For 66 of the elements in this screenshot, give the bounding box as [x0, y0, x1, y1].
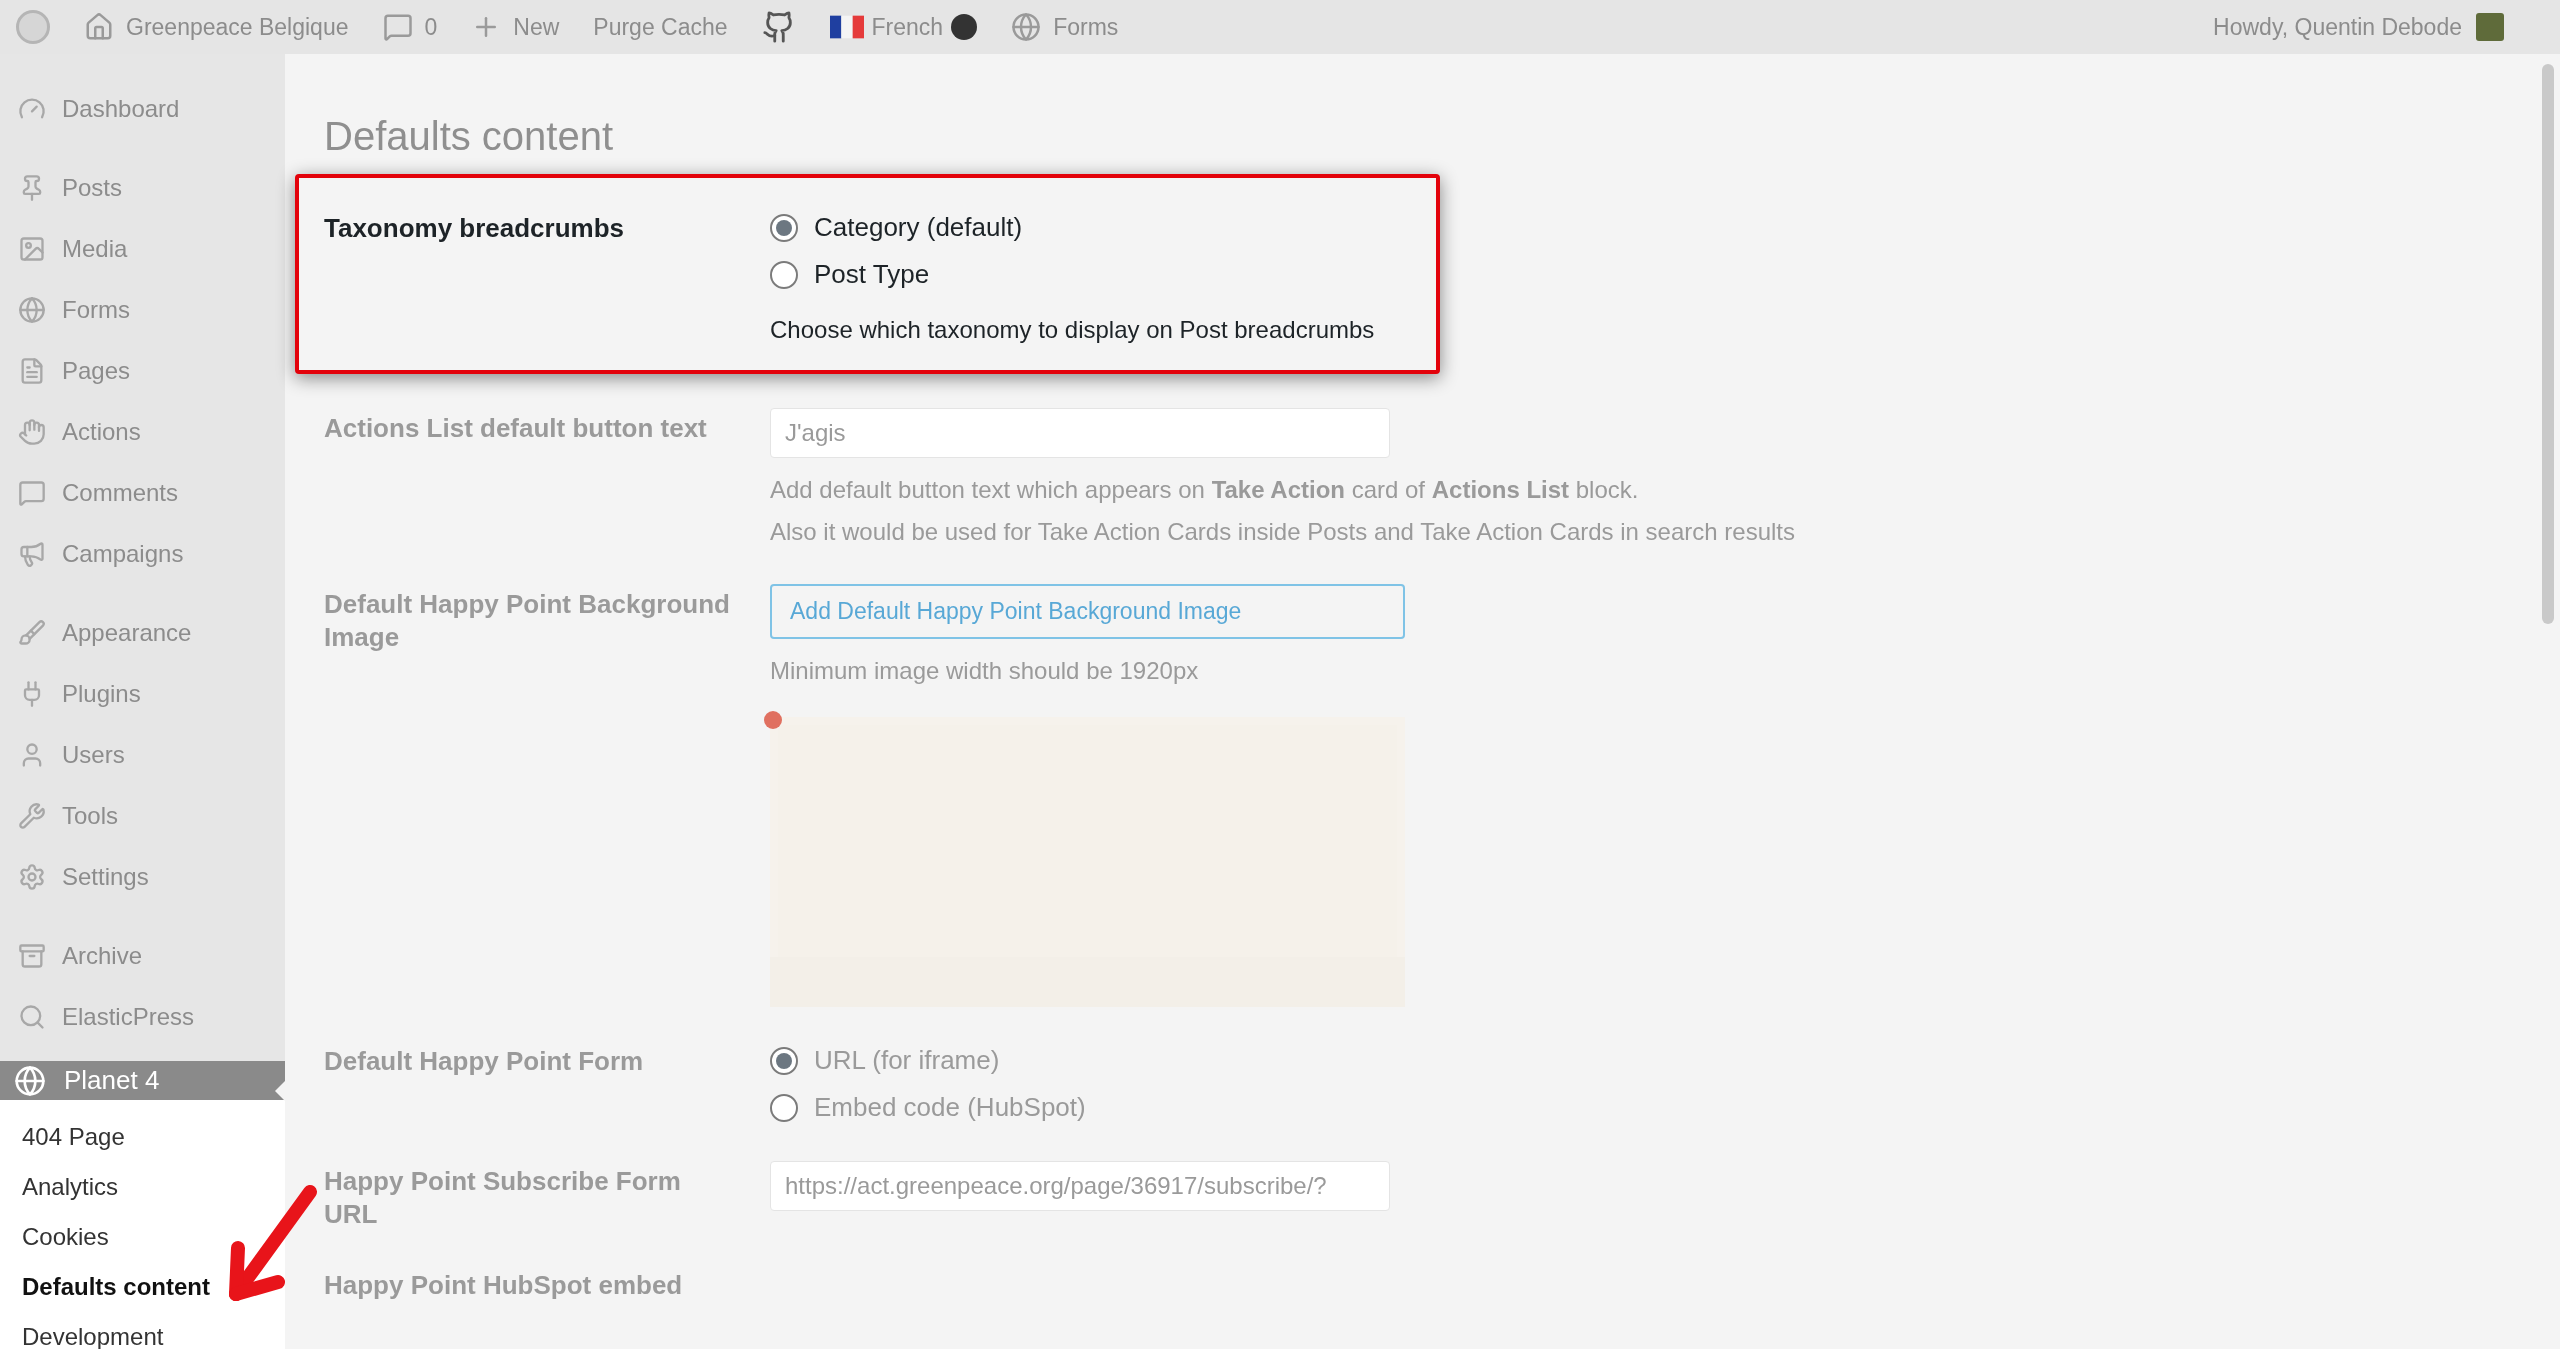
menu-item[interactable]: Settings	[0, 846, 285, 907]
speech-bubble-icon	[382, 12, 413, 42]
setting-label: Actions List default button text	[324, 412, 708, 445]
archive-icon	[18, 941, 46, 970]
brush-icon	[18, 618, 46, 647]
menu-item[interactable]: Tools	[0, 785, 285, 846]
flag-icon	[829, 15, 864, 39]
avatar-icon	[2476, 13, 2504, 41]
search-icon	[18, 1002, 46, 1031]
menu-item[interactable]: Pages	[0, 340, 285, 401]
current-menu-item[interactable]: Planet 4	[0, 1061, 285, 1100]
radio-button[interactable]	[770, 1093, 798, 1122]
radio-option[interactable]: Embed code (HubSpot)	[770, 1088, 1086, 1127]
radio-button[interactable]	[770, 260, 798, 289]
radio-option[interactable]: Category (default)	[770, 208, 1375, 247]
home-icon	[84, 12, 114, 42]
hand-icon	[18, 417, 46, 446]
radio-option[interactable]: Post Type	[770, 255, 1375, 294]
menu-item[interactable]: Campaigns	[0, 523, 285, 584]
setting-label: Default Happy Point Background Image	[324, 588, 731, 654]
speech-bubble-icon	[18, 478, 46, 507]
settings-icon	[18, 862, 46, 891]
setting-description: Minimum image width should be 1920px	[770, 656, 1200, 686]
menu-item[interactable]: Media	[0, 218, 285, 279]
new-link[interactable]: New	[471, 9, 560, 45]
megaphone-icon	[18, 539, 46, 568]
site-link[interactable]: Greenpeace Belgique	[84, 9, 349, 45]
setting-description: Choose which taxonomy to display on Post breadcrumbs	[770, 315, 1375, 345]
text-field[interactable]: https://act.greenpeace.org/page/36917/subscribe/?	[770, 1161, 1390, 1211]
forms-link[interactable]: Forms	[1011, 9, 1119, 45]
setting-label: Default Happy Point Form	[324, 1045, 645, 1078]
wrench-icon	[18, 801, 46, 830]
text-field[interactable]: J'agis	[770, 408, 1390, 458]
globe-icon	[18, 295, 46, 324]
remove-icon[interactable]	[764, 711, 782, 729]
menu-item[interactable]: Comments	[0, 462, 285, 523]
page-title: Defaults content	[324, 113, 615, 160]
submenu-item[interactable]: 404 Page	[0, 1112, 285, 1162]
submenu-item[interactable]: Defaults content	[0, 1262, 285, 1312]
purge-cache-link[interactable]: Purge Cache	[593, 9, 728, 45]
globe-icon	[1011, 12, 1042, 42]
setting-label: Happy Point Subscribe Form URL	[324, 1165, 682, 1231]
radio-option[interactable]: URL (for iframe)	[770, 1041, 1086, 1080]
language-link[interactable]: French	[829, 9, 978, 45]
setting-label: Taxonomy breadcrumbs	[324, 212, 626, 245]
radio-button[interactable]	[770, 213, 798, 242]
setting-label: Happy Point HubSpot embed	[324, 1269, 684, 1302]
menu-item[interactable]: ElasticPress	[0, 986, 285, 1047]
image-icon	[18, 234, 46, 263]
add-image-button[interactable]: Add Default Happy Point Background Image	[770, 584, 1405, 639]
menu-item[interactable]: Dashboard	[0, 78, 285, 139]
menu-item[interactable]: Appearance	[0, 602, 285, 663]
setting-description: Add default button text which appears on Take Action card of Actions List block.	[770, 475, 1640, 505]
submenu-item[interactable]: Analytics	[0, 1162, 285, 1212]
menu-item[interactable]: Posts	[0, 157, 285, 218]
menu-item[interactable]: Users	[0, 724, 285, 785]
submenu-item[interactable]: Cookies	[0, 1212, 285, 1262]
account-link[interactable]: Howdy, Quentin Debode	[2213, 9, 2504, 45]
menu-item[interactable]: Actions	[0, 401, 285, 462]
radio-button[interactable]	[770, 1046, 798, 1075]
menu-item[interactable]: Plugins	[0, 663, 285, 724]
menu-item[interactable]: Archive	[0, 925, 285, 986]
menu-item[interactable]: Forms	[0, 279, 285, 340]
setting-description: Also it would be used for Take Action Cards inside Posts and Take Action Cards in search results	[770, 517, 1795, 547]
globe-icon	[14, 1064, 46, 1097]
comments-link[interactable]: 0	[382, 9, 438, 45]
